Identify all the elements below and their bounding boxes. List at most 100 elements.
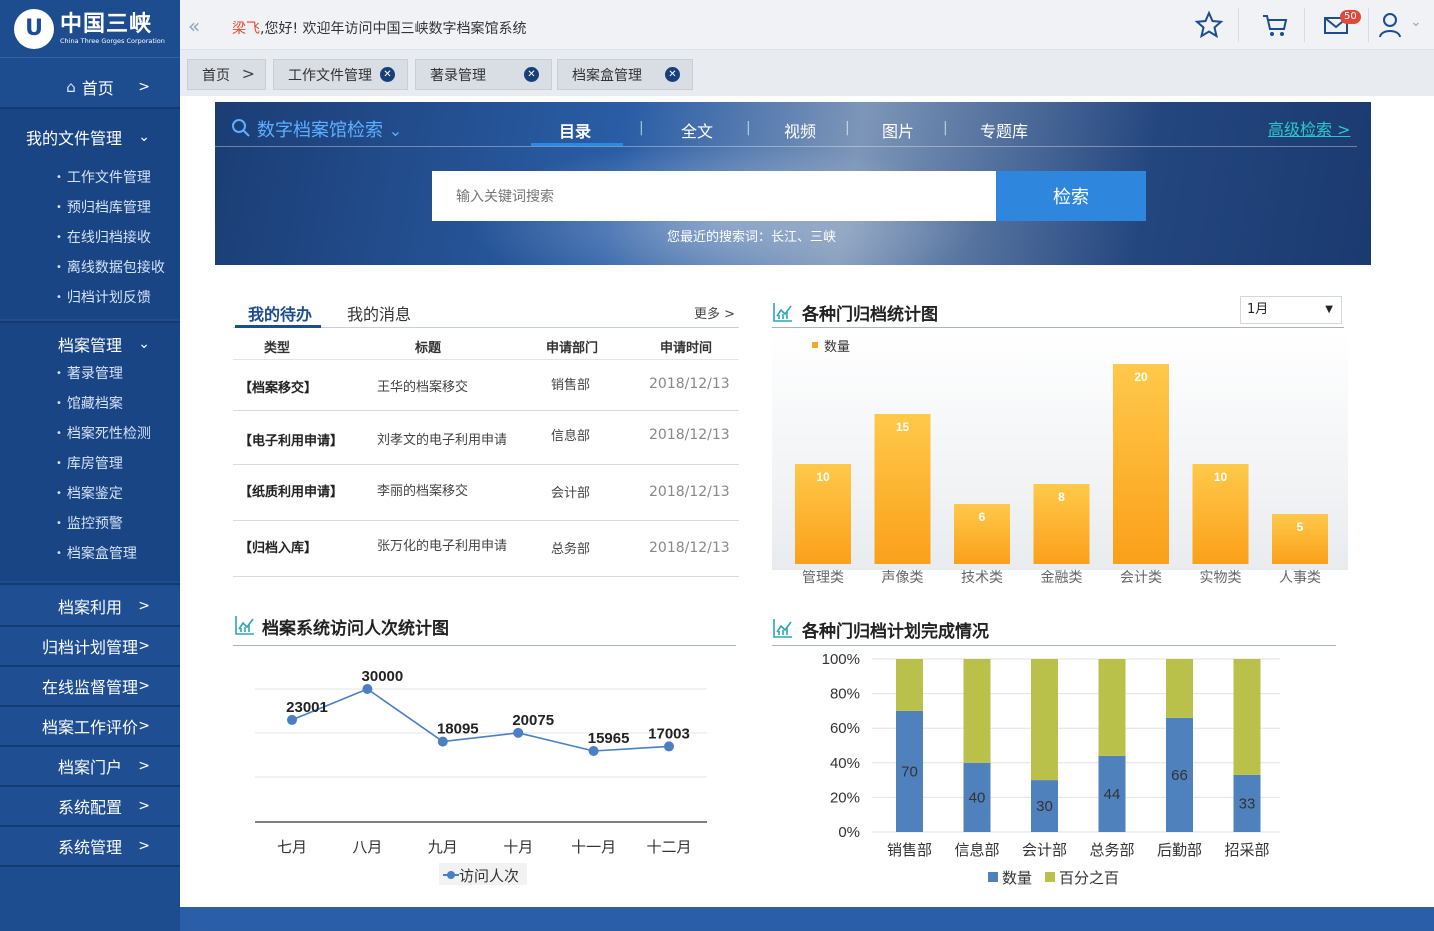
nav-home[interactable]: ⌂ 首页 >	[0, 68, 180, 106]
x-tick-label: 金融类	[1041, 569, 1083, 585]
table-row[interactable]: 【电子利用申请】 刘孝文的电子利用申请 信息部 2018/12/13	[233, 411, 739, 465]
bar-value-label: 8	[1058, 490, 1065, 504]
data-label: 18095	[437, 721, 479, 738]
x-tick-label: 人事类	[1279, 569, 1321, 585]
bar-segment-percent	[963, 659, 991, 763]
nav-work-evaluation[interactable]: 档案工作评价 >	[0, 707, 180, 745]
dept-archive-chart-title: 各种门归档统计图	[802, 305, 938, 325]
tab-messages[interactable]: 我的消息	[347, 301, 411, 325]
search-tab-image[interactable]: 图片	[882, 118, 914, 142]
tab-home[interactable]: 首页 >	[187, 59, 266, 90]
data-label: 23001	[286, 699, 328, 716]
x-tick-label: 声像类	[882, 569, 924, 585]
nav-sub-work-files[interactable]: 工作文件管理	[56, 163, 151, 193]
row-type: 【纸质利用申请】	[239, 485, 344, 500]
logo-text: 中国三峡	[60, 11, 153, 37]
logo-subtext: China Three Gorges Corporation	[60, 36, 165, 45]
row-title: 李丽的档案移交	[377, 484, 469, 499]
nav-sub-box-mgmt[interactable]: 档案盒管理	[56, 539, 137, 569]
nav-sub-collection[interactable]: 馆藏档案	[56, 389, 123, 419]
user-icon[interactable]	[1376, 10, 1406, 40]
search-tab-topic[interactable]: 专题库	[980, 118, 1028, 142]
month-select[interactable]: 1月 ▼	[1240, 296, 1342, 324]
nav-sub-storage[interactable]: 库房管理	[56, 449, 123, 479]
more-link[interactable]: 更多 >	[694, 303, 735, 322]
col-date: 申请时间	[660, 341, 713, 356]
search-icon	[232, 119, 250, 137]
bar-segment-percent	[1098, 659, 1126, 756]
nav-sub-offline-receive[interactable]: 离线数据包接收	[56, 253, 165, 283]
x-tick-label: 管理类	[802, 569, 844, 585]
nav-sub-monitor[interactable]: 监控预警	[56, 509, 123, 539]
todo-panel: 我的待办 我的消息 更多 > 类型 标题 申请部门 申请时间 【档案移交】 王华…	[233, 295, 739, 585]
tab-work-files[interactable]: 工作文件管理 ✕	[273, 59, 408, 90]
search-input[interactable]	[432, 171, 996, 221]
plan-stacked-chart: 0% 20% 40% 60% 80% 100% 70 销售部 40 信息部 30 会计部 44 总务部 66…	[822, 651, 1280, 887]
close-icon[interactable]: ✕	[380, 67, 395, 82]
table-row[interactable]: 【档案移交】 王华的档案移交 销售部 2018/12/13	[233, 360, 739, 411]
cart-icon[interactable]	[1260, 10, 1290, 40]
search-title[interactable]: 数字档案馆检索 ⌄	[257, 116, 402, 142]
dept-archive-bar-chart: 数量 10 管理类 15 声像类 6 技术类 8 金融类 20 会计类 10 实物类 5 人事类	[772, 330, 1348, 585]
close-icon[interactable]: ✕	[524, 67, 539, 82]
advanced-search-link[interactable]: 高级检索 >	[1268, 116, 1351, 140]
x-tick-label: 信息部	[954, 842, 999, 859]
row-type: 【档案移交】	[239, 381, 318, 396]
nav-online-supervision[interactable]: 在线监督管理 >	[0, 667, 180, 705]
close-icon[interactable]: ✕	[665, 67, 680, 82]
bar	[1113, 364, 1169, 564]
row-type: 【归档入库】	[239, 541, 318, 556]
search-tab-video[interactable]: 视频	[784, 118, 816, 142]
recent-searches: 您最近的搜索词：长江、三峡	[667, 230, 837, 245]
welcome-text: ,您好! 欢迎年访问中国三峡数字档案馆系统	[260, 21, 527, 37]
nav-system-mgmt[interactable]: 系统管理 >	[0, 827, 180, 865]
nav-portal-label: 档案门户	[57, 758, 122, 777]
row-date: 2018/12/13	[649, 427, 730, 443]
chevron-down-icon[interactable]: ⌄	[1410, 14, 1422, 30]
search-banner: 数字档案馆检索 ⌄ 目录 | 全文 | 视频 | 图片 | 专题库 高级检索 >…	[215, 102, 1371, 265]
x-tick-label: 总务部	[1089, 842, 1134, 859]
search-tab-fulltext[interactable]: 全文	[681, 118, 713, 142]
nav-sub-appraisal[interactable]: 档案鉴定	[56, 479, 123, 509]
chevron-down-icon: ⌄	[138, 129, 150, 145]
tab-todo[interactable]: 我的待办	[248, 301, 312, 325]
x-tick-label: 销售部	[887, 842, 932, 859]
logo: U 中国三峡 China Three Gorges Corporation	[0, 0, 180, 58]
nav-sub-online-receive[interactable]: 在线归档接收	[56, 223, 151, 253]
welcome-message: 梁飞,您好! 欢迎年访问中国三峡数字档案馆系统	[232, 18, 527, 38]
nav-sub-detection[interactable]: 档案死性检测	[56, 419, 151, 449]
legend-label: 百分之百	[1059, 870, 1119, 887]
nav-archive-use[interactable]: 档案利用 >	[0, 587, 180, 625]
nav-my-files[interactable]: 我的文件管理 ⌄	[0, 118, 180, 156]
nav-sub-plan-feedback[interactable]: 归档计划反馈	[56, 283, 151, 313]
nav-plan-mgmt-label: 归档计划管理	[41, 638, 138, 657]
nav-archive-mgmt[interactable]: 档案管理 ⌄	[0, 325, 180, 363]
chevron-right-icon: >	[138, 79, 150, 95]
bar-value-label: 33	[1239, 795, 1256, 812]
user-name: 梁飞	[232, 21, 260, 37]
nav-plan-mgmt[interactable]: 归档计划管理 >	[0, 627, 180, 665]
nav-sub-cataloging[interactable]: 著录管理	[56, 359, 123, 389]
bar-value-label: 10	[816, 470, 830, 484]
chevron-down-icon: ⌄	[138, 336, 150, 352]
y-tick-label: 0%	[838, 824, 860, 841]
chevron-right-icon: >	[138, 678, 150, 694]
table-row[interactable]: 【纸质利用申请】 李丽的档案移交 会计部 2018/12/13	[233, 465, 739, 521]
nav-portal[interactable]: 档案门户 >	[0, 747, 180, 785]
mail-count-badge: 50	[1340, 10, 1361, 24]
nav-sub-pre-archive[interactable]: 预归档库管理	[56, 193, 151, 223]
collapse-sidebar-icon[interactable]: «	[188, 14, 200, 38]
col-type: 类型	[264, 341, 291, 356]
row-dept: 会计部	[551, 486, 591, 501]
nav-system-config[interactable]: 系统配置 >	[0, 787, 180, 825]
x-tick-label: 十二月	[646, 839, 691, 856]
star-icon[interactable]	[1194, 10, 1224, 40]
row-title: 张万化的电子利用申请	[377, 539, 508, 554]
search-tab-catalog[interactable]: 目录	[559, 118, 591, 142]
tab-box-mgmt[interactable]: 档案盒管理 ✕	[557, 59, 693, 90]
y-tick-label: 100%	[822, 651, 860, 668]
tab-cataloging[interactable]: 著录管理 ✕	[415, 59, 552, 90]
search-button[interactable]: 检索	[996, 171, 1146, 221]
bar-segment-percent	[1233, 659, 1261, 775]
table-row[interactable]: 【归档入库】 张万化的电子利用申请 总务部 2018/12/13	[233, 521, 739, 577]
